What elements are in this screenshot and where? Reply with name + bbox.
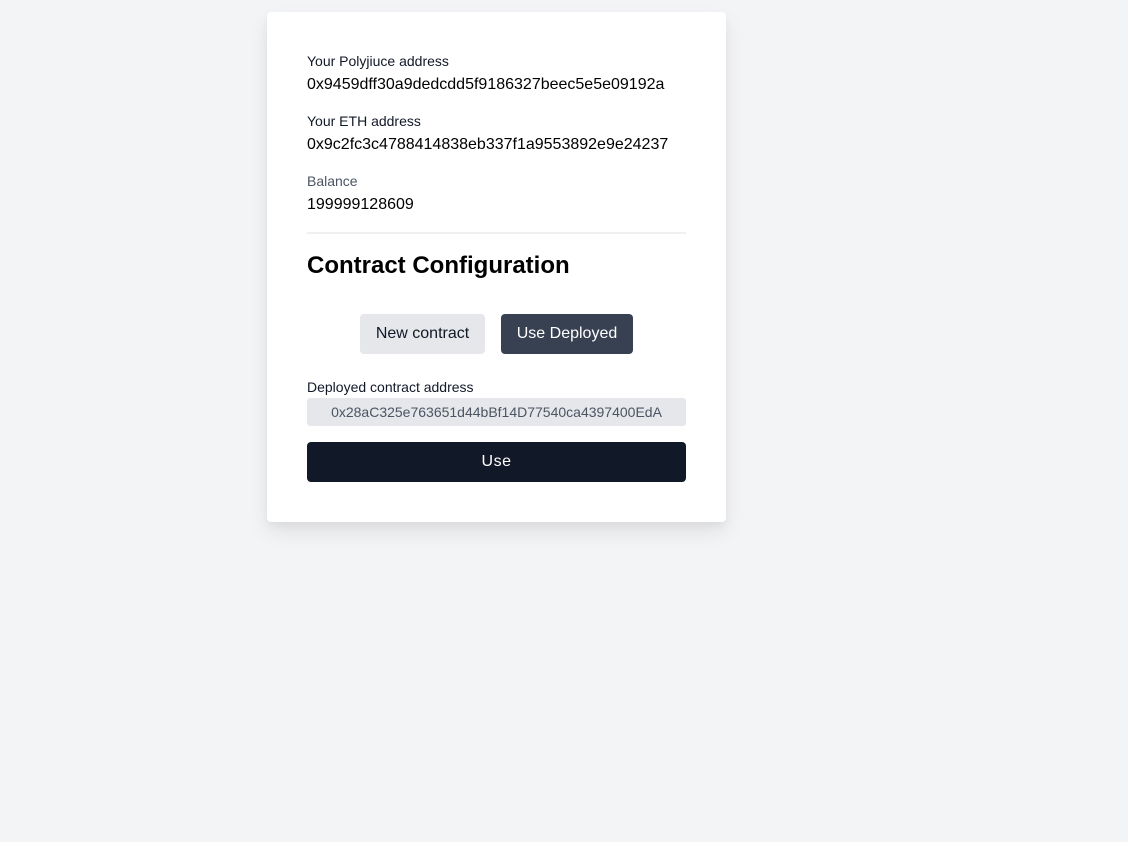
eth-address-label: Your ETH address (307, 113, 421, 129)
section-divider (307, 232, 686, 234)
eth-address-value: 0x9c2fc3c4788414838eb337f1a9553892e9e242… (307, 136, 669, 153)
use-deployed-button[interactable]: Use Deployed (501, 314, 633, 354)
new-contract-button[interactable]: New contract (360, 314, 485, 354)
contract-configuration-title: Contract Configuration (307, 252, 570, 279)
balance-value: 199999128609 (307, 196, 414, 213)
main-card: Your Polyjiuce address 0x9459dff30a9dedc… (267, 12, 726, 522)
polyjuice-address-value: 0x9459dff30a9dedcdd5f9186327beec5e5e0919… (307, 76, 665, 93)
use-button[interactable]: Use (307, 442, 686, 482)
deployed-address-input[interactable] (307, 398, 686, 426)
polyjuice-address-label: Your Polyjiuce address (307, 53, 449, 69)
balance-label: Balance (307, 173, 358, 189)
deployed-address-label: Deployed contract address (307, 379, 474, 395)
